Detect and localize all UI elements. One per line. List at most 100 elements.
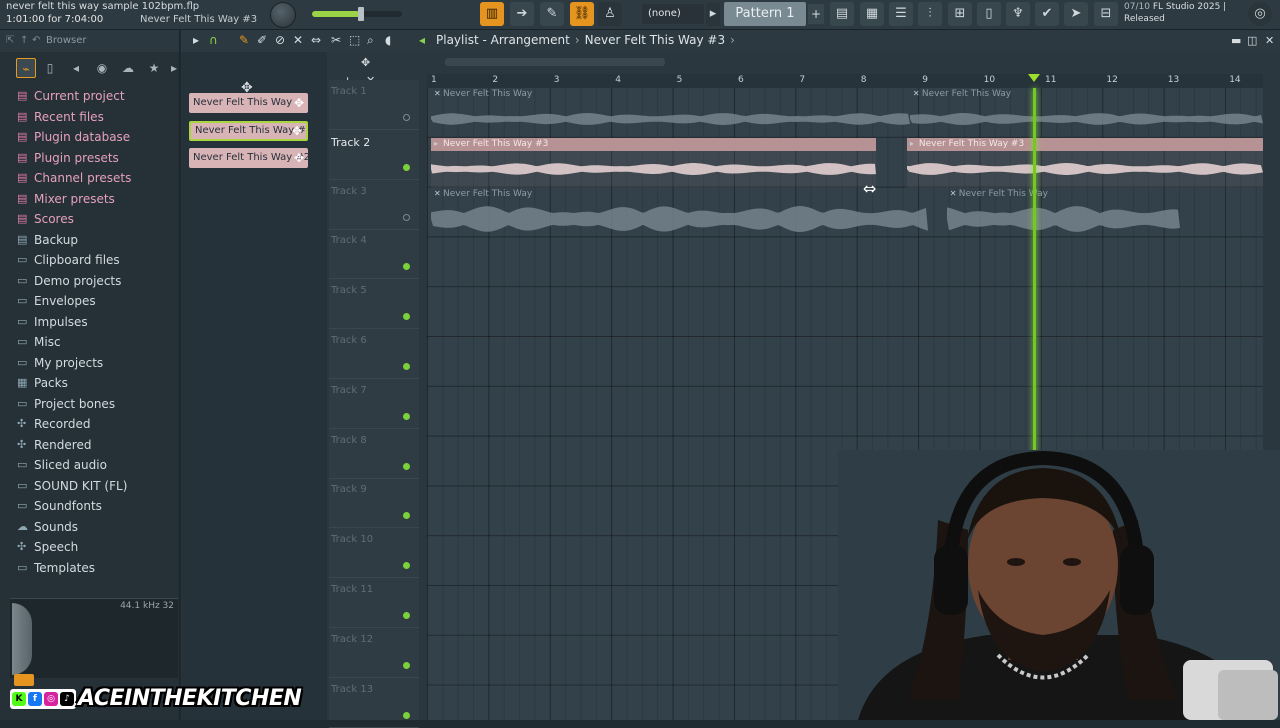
browser-item[interactable]: ▭ Impulses: [0, 312, 180, 333]
browser-item[interactable]: ▭ My projects: [0, 353, 180, 374]
track-header[interactable]: Track 2: [329, 130, 419, 180]
browser-item[interactable]: ▭ Project bones: [0, 394, 180, 415]
version-info[interactable]: 07/10 FL Studio 2025 | Released: [1124, 0, 1244, 30]
track-mute-led[interactable]: [403, 512, 410, 520]
tools-icon[interactable]: ✔: [1035, 2, 1059, 26]
track-mute-led[interactable]: [403, 412, 410, 420]
browser-item[interactable]: ▭ Demo projects: [0, 271, 180, 292]
track-mute-led[interactable]: [403, 612, 410, 619]
drag-handle-icon[interactable]: ✥: [294, 148, 304, 168]
pencil-tool-icon[interactable]: ✎: [239, 33, 249, 47]
back-icon[interactable]: ↶: [32, 30, 40, 52]
online-icon[interactable]: ◎: [1248, 2, 1272, 26]
browser-item[interactable]: ▤ Plugin presets: [0, 148, 180, 169]
picker-clip[interactable]: Never Felt This Way #3 ✥: [189, 120, 308, 141]
track-mute-led[interactable]: [403, 562, 410, 570]
browser-icon[interactable]: ☰: [889, 2, 913, 26]
audio-clip[interactable]: Never Felt This Way ✕: [946, 188, 1180, 238]
browser-item[interactable]: ▭ Sliced audio: [0, 455, 180, 476]
piano-roll-icon[interactable]: ▦: [860, 2, 884, 26]
playback-tool-icon[interactable]: ◖: [385, 33, 391, 47]
clip-menu-icon[interactable]: ▸: [434, 139, 438, 148]
picker-clip[interactable]: Never Felt This Way ✥: [189, 93, 308, 113]
pencil-icon[interactable]: ✎: [540, 2, 564, 26]
slip-tool-icon[interactable]: ⇔: [311, 33, 321, 47]
browser-back-icon[interactable]: ◂: [66, 58, 86, 78]
drag-handle-icon[interactable]: ✥: [292, 123, 302, 139]
clip-close-icon[interactable]: ✕: [434, 189, 441, 198]
clip-menu-icon[interactable]: ▸: [910, 139, 914, 148]
add-pattern-button[interactable]: +: [808, 4, 824, 24]
browser-item[interactable]: ▤ Current project: [0, 86, 180, 107]
browser-item[interactable]: ▦ Packs: [0, 373, 180, 394]
metronome-icon[interactable]: ♙: [598, 2, 622, 26]
track-mute-led[interactable]: [403, 711, 410, 719]
playhead[interactable]: [1032, 88, 1036, 456]
track-header[interactable]: Track 5: [329, 279, 419, 330]
track-header[interactable]: Track 10: [329, 528, 419, 579]
track-header[interactable]: Track 8: [329, 429, 419, 479]
track-header[interactable]: Track 3: [329, 180, 419, 230]
pattern-selector[interactable]: Pattern 1: [724, 2, 806, 26]
arrow-right-icon[interactable]: ➔: [510, 2, 534, 26]
browser-item[interactable]: ✣ Rendered: [0, 435, 180, 456]
play-icon[interactable]: ▸: [193, 33, 199, 47]
drag-handle-icon[interactable]: ✥: [294, 93, 304, 113]
browser-item[interactable]: ▭ Misc: [0, 332, 180, 353]
browser-item[interactable]: ▤ Mixer presets: [0, 189, 180, 210]
track-mute-led[interactable]: [403, 462, 410, 470]
store-icon[interactable]: ⊟: [1094, 2, 1118, 26]
files-icon[interactable]: ▯: [977, 2, 1001, 26]
picker-clip[interactable]: Never Felt This Way #2 ✥: [189, 148, 308, 168]
up-icon[interactable]: ↑: [20, 30, 28, 52]
slice-tool-icon[interactable]: ✂: [331, 33, 341, 47]
clip-close-icon[interactable]: ✕: [913, 89, 920, 98]
timeline-ruler[interactable]: 1 2 3 4 5 6 7 8 9 10 11 12 13 14: [427, 74, 1263, 88]
audio-clip[interactable]: Never Felt This Way ✕: [431, 88, 910, 138]
master-volume-slider[interactable]: [312, 7, 402, 21]
preview-play-icon[interactable]: [14, 674, 34, 686]
audio-clip[interactable]: Never Felt This Way #3 ▸: [906, 137, 1263, 188]
browser-item[interactable]: ▤ Backup: [0, 230, 180, 251]
zoom-arrows-icon[interactable]: ✥: [361, 56, 370, 69]
arrangement-arrow-icon[interactable]: ◂: [419, 33, 425, 47]
minimize-icon[interactable]: ▬: [1231, 34, 1241, 47]
audio-clip[interactable]: Never Felt This Way ✕: [909, 88, 1263, 138]
browser-item[interactable]: ▤ Scores: [0, 209, 180, 230]
browser-star-icon[interactable]: ★: [144, 58, 164, 78]
browser-all-icon[interactable]: ⌁: [16, 58, 36, 78]
paint-tool-icon[interactable]: ✐: [257, 33, 267, 47]
delete-tool-icon[interactable]: ⊘: [275, 33, 285, 47]
browser-item[interactable]: ▭ Templates: [0, 558, 180, 579]
track-mute-led[interactable]: [403, 313, 410, 321]
audio-clip[interactable]: Never Felt This Way ✕: [431, 188, 928, 238]
mute-tool-icon[interactable]: ✕: [293, 33, 303, 47]
track-header[interactable]: Track 12: [329, 628, 419, 678]
track-header[interactable]: Track 1: [329, 80, 419, 130]
none-selector[interactable]: (none): [642, 4, 704, 24]
browser-item[interactable]: ▭ Envelopes: [0, 291, 180, 312]
playhead-marker-icon[interactable]: [1027, 74, 1040, 82]
magnet-icon[interactable]: ∩: [209, 33, 218, 47]
maximize-icon[interactable]: ◫: [1247, 34, 1257, 47]
horizontal-scrollbar[interactable]: [445, 58, 665, 66]
browser-item[interactable]: ✣ Speech: [0, 537, 180, 558]
track-mute-led[interactable]: [403, 163, 410, 171]
clip-close-icon[interactable]: ✕: [434, 89, 441, 98]
close-icon[interactable]: ✕: [1265, 34, 1274, 47]
playlist-toggle-icon[interactable]: ▥: [480, 2, 504, 26]
track-header[interactable]: Track 4: [329, 229, 419, 280]
browser-item[interactable]: ▤ Channel presets: [0, 168, 180, 189]
track-header[interactable]: Track 6: [329, 329, 419, 379]
browser-item[interactable]: ✣ Recorded: [0, 414, 180, 435]
browser-disk-icon[interactable]: ◉: [92, 58, 112, 78]
plugin-icon[interactable]: ⊞: [948, 2, 972, 26]
track-header[interactable]: Track 11: [329, 578, 419, 628]
track-header[interactable]: Track 7: [329, 379, 419, 429]
mixer-icon[interactable]: ⫶: [918, 2, 942, 26]
browser-item[interactable]: ▭ SOUND KIT (FL): [0, 476, 180, 497]
audio-clip[interactable]: Never Felt This Way #3 ▸: [431, 137, 877, 188]
browser-files-icon[interactable]: ▯: [40, 58, 60, 78]
pattern-prev-icon[interactable]: ▸: [706, 2, 720, 26]
browser-item[interactable]: ▭ Clipboard files: [0, 250, 180, 271]
